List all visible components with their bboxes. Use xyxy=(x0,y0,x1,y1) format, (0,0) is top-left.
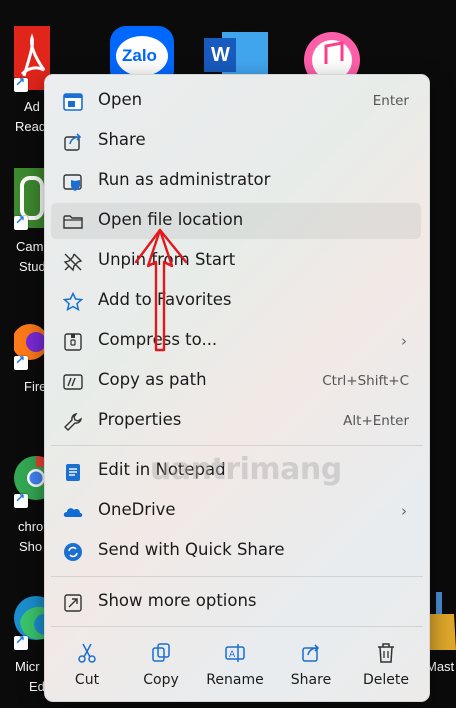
cut-button[interactable]: Cut xyxy=(55,638,119,694)
menu-item-open-file-location[interactable]: Open file location xyxy=(51,203,421,239)
share-icon xyxy=(64,133,82,151)
archive-icon xyxy=(64,333,82,351)
svg-text:A: A xyxy=(229,650,236,660)
shortcut-arrow-icon xyxy=(14,75,28,92)
menu-item-label: Send with Quick Share xyxy=(98,540,285,559)
rename-label: Rename xyxy=(206,672,264,688)
chevron-right-icon: › xyxy=(401,332,407,350)
cut-label: Cut xyxy=(74,672,100,688)
scissors-icon xyxy=(78,643,96,663)
shortcut-arrow-icon xyxy=(14,353,28,370)
shortcut-text: Alt+Enter xyxy=(343,413,409,429)
menu-separator xyxy=(51,626,423,627)
quick-actions-bar: Cut Copy A Rename Share Delete xyxy=(45,630,429,700)
desktop-label: chro xyxy=(18,519,44,534)
menu-item-onedrive[interactable]: OneDrive › xyxy=(51,493,421,529)
menu-item-unpin-from-start[interactable]: Unpin from Start xyxy=(51,243,421,279)
menu-item-open[interactable]: Open Enter xyxy=(51,83,421,119)
copy-label: Copy xyxy=(143,672,179,688)
star-icon xyxy=(63,292,83,312)
menu-item-label: OneDrive xyxy=(98,500,176,519)
shortcut-arrow-icon xyxy=(14,213,28,230)
menu-item-properties[interactable]: Properties Alt+Enter xyxy=(51,403,421,439)
menu-item-label: Open xyxy=(98,90,143,109)
shortcut-text: Enter xyxy=(372,93,409,109)
desktop-label: Stud xyxy=(19,259,46,274)
shortcut-text: Ctrl+Shift+C xyxy=(322,373,409,389)
desktop-label: Ad xyxy=(24,99,40,114)
context-menu: Open Enter Share Run as administrator Op… xyxy=(44,74,430,702)
menu-item-label: Run as administrator xyxy=(98,170,271,189)
menu-item-label: Show more options xyxy=(98,591,257,610)
show-more-options-icon xyxy=(64,594,82,612)
copy-path-icon xyxy=(63,374,83,390)
menu-item-send-with-quick-share[interactable]: Send with Quick Share xyxy=(51,533,421,569)
shortcut-arrow-icon xyxy=(14,633,28,650)
menu-item-compress-to[interactable]: Compress to... › xyxy=(51,323,421,359)
delete-button[interactable]: Delete xyxy=(354,638,418,694)
word-letter: W xyxy=(211,44,230,66)
notepad-icon xyxy=(66,464,80,481)
menu-item-add-to-favorites[interactable]: Add to Favorites xyxy=(51,283,421,319)
share-icon xyxy=(302,644,320,662)
menu-item-share[interactable]: Share xyxy=(51,123,421,159)
chevron-right-icon: › xyxy=(401,502,407,520)
share-action-button[interactable]: Share xyxy=(279,638,343,694)
desktop-label: Cam xyxy=(16,239,44,254)
onedrive-cloud-icon xyxy=(63,508,83,517)
trash-icon xyxy=(378,643,394,663)
unpin-icon xyxy=(63,253,83,272)
menu-separator xyxy=(51,445,423,446)
desktop-label: Read xyxy=(15,119,47,134)
menu-separator xyxy=(51,576,423,577)
desktop-label: Sho xyxy=(19,539,43,554)
menu-item-label: Properties xyxy=(98,410,182,429)
menu-item-show-more-options[interactable]: Show more options xyxy=(51,584,421,620)
menu-item-run-as-admin[interactable]: Run as administrator xyxy=(51,163,421,199)
broom-icon xyxy=(426,592,456,650)
admin-shield-icon xyxy=(63,174,82,191)
rename-button[interactable]: A Rename xyxy=(203,638,267,694)
shortcut-arrow-icon xyxy=(14,491,28,508)
share-label: Share xyxy=(290,672,332,688)
desktop-label: Micr xyxy=(15,659,40,674)
desktop-label: Ed xyxy=(29,679,45,694)
copy-button[interactable]: Copy xyxy=(129,638,193,694)
menu-item-copy-as-path[interactable]: Copy as path Ctrl+Shift+C xyxy=(51,363,421,399)
itunes-icon xyxy=(304,32,360,74)
menu-item-label: Copy as path xyxy=(98,370,207,389)
folder-icon xyxy=(63,215,83,229)
delete-label: Delete xyxy=(363,672,409,688)
wrench-icon xyxy=(64,413,82,431)
copy-icon xyxy=(152,643,170,662)
open-app-icon xyxy=(63,93,83,111)
watermark: uantrimang xyxy=(150,452,342,487)
zalo-text: Zalo xyxy=(122,46,157,65)
rename-icon: A xyxy=(225,644,245,662)
annotation-arrow-icon xyxy=(134,228,188,352)
menu-item-label: Share xyxy=(98,130,146,149)
quick-share-icon xyxy=(64,543,82,561)
desktop-label: Mast xyxy=(426,659,455,674)
